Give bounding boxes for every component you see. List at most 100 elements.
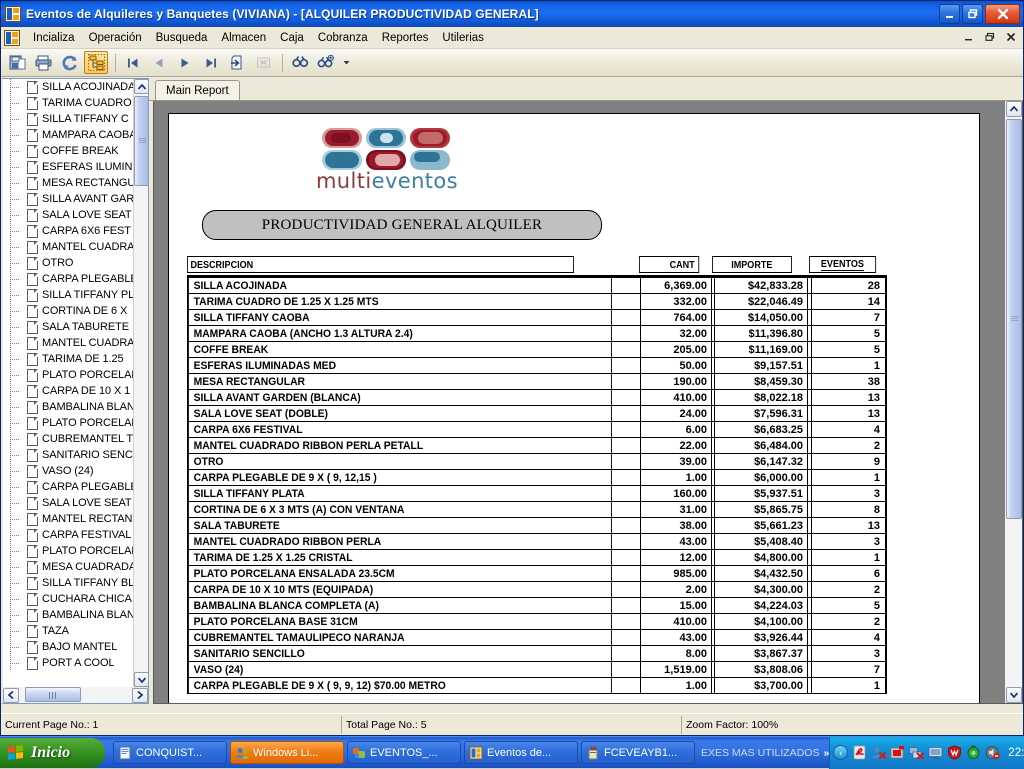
minimize-button[interactable] (939, 4, 960, 24)
tree-item[interactable]: SANITARIO SENC (3, 447, 133, 463)
tree-item[interactable]: TARIMA DE 1.25 (3, 351, 133, 367)
tree-item[interactable]: CARPA FESTIVAL (3, 527, 133, 543)
tree-item[interactable]: MESA CUADRADA (3, 559, 133, 575)
go-to-page-icon[interactable] (225, 51, 249, 74)
report-scroll-thumb[interactable] (1006, 119, 1022, 519)
tree-hscroll-track[interactable] (19, 687, 132, 703)
tree-item[interactable]: SILLA ACOJINADA (3, 79, 133, 95)
print-icon[interactable] (32, 51, 56, 74)
tree-item[interactable]: PLATO PORCELAN (3, 367, 133, 383)
tree-item[interactable]: SALA TABURETE (3, 319, 133, 335)
zoom-dropdown-icon[interactable] (340, 51, 352, 74)
tree-scroll-thumb[interactable] (134, 96, 149, 186)
tree-item[interactable]: PORT A COOL (3, 655, 133, 671)
taskbar-button[interactable]: FCEVEAYB1... (581, 741, 695, 764)
find-icon[interactable] (288, 51, 312, 74)
tree-item[interactable]: SALA LOVE SEAT (3, 495, 133, 511)
previous-page-icon[interactable] (147, 51, 171, 74)
tree-item[interactable]: CORTINA DE 6 X (3, 303, 133, 319)
menu-item-incializa[interactable]: Incializa (26, 30, 82, 46)
zoom-icon[interactable] (314, 51, 338, 74)
tree-item[interactable]: TAZA (3, 623, 133, 639)
mdi-restore-button[interactable] (982, 29, 998, 44)
tree-vertical-scrollbar[interactable] (133, 79, 148, 687)
menu-item-operacion[interactable]: Operación (82, 30, 149, 46)
antivirus-tray-icon[interactable] (947, 745, 962, 760)
tree-item[interactable]: SILLA TIFFANY BL (3, 575, 133, 591)
close-button[interactable] (985, 4, 1020, 24)
next-page-icon[interactable] (173, 51, 197, 74)
mdi-minimize-button[interactable] (961, 29, 977, 44)
tree-item[interactable]: CARPA DE 10 X 1 (3, 383, 133, 399)
restore-button[interactable] (962, 4, 983, 24)
tree-item[interactable]: MANTEL CUADRA (3, 239, 133, 255)
tree-scroll-right-button[interactable] (132, 688, 148, 703)
tray-expand-icon[interactable]: ‹ (833, 745, 848, 760)
tree-item[interactable]: MANTEL RECTAN (3, 511, 133, 527)
report-scroll-up-button[interactable] (1006, 101, 1022, 117)
tree-item[interactable]: MESA RECTANGU (3, 175, 133, 191)
recording-tray-icon[interactable] (890, 745, 905, 760)
tree-item[interactable]: CARPA 6X6 FEST (3, 223, 133, 239)
export-icon[interactable] (6, 51, 30, 74)
tree-connector-icon (5, 495, 27, 511)
first-page-icon[interactable] (121, 51, 145, 74)
tree-horizontal-scrollbar[interactable] (3, 687, 148, 703)
tree-scroll-left-button[interactable] (3, 688, 19, 703)
taskbar-button[interactable]: CONQUIST... (113, 741, 227, 764)
tree-item[interactable]: ESFERAS ILUMIN (3, 159, 133, 175)
wireless-tray-icon[interactable] (966, 745, 981, 760)
acrobat-reader-tray-icon[interactable] (852, 745, 867, 760)
tree-item[interactable]: SILLA AVANT GAR (3, 191, 133, 207)
display-tray-icon[interactable] (928, 745, 943, 760)
report-page-scroll-area[interactable]: multieventos PRODUCTIVIDAD GENERAL ALQUI… (154, 101, 1005, 703)
taskbar-button[interactable]: Windows Li... (230, 741, 344, 764)
tree-item[interactable]: COFFE BREAK (3, 143, 133, 159)
tab-main-report[interactable]: Main Report (155, 80, 240, 100)
tree-item-label: PORT A COOL (42, 657, 114, 669)
last-page-icon[interactable] (199, 51, 223, 74)
menu-item-cobranza[interactable]: Cobranza (311, 30, 375, 46)
start-button[interactable]: Inicio (0, 738, 105, 768)
tree-item-label: CUCHARA CHICA (42, 593, 132, 605)
tree-scroll-down-button[interactable] (134, 672, 149, 687)
report-scroll-down-button[interactable] (1006, 687, 1022, 703)
tree-item[interactable]: CUCHARA CHICA (3, 591, 133, 607)
taskbar-button[interactable]: EVENTOS_... (347, 741, 461, 764)
tree-item[interactable]: CUBREMANTEL T (3, 431, 133, 447)
refresh-icon[interactable] (58, 51, 82, 74)
tree-item[interactable]: BAMBALINA BLAN (3, 607, 133, 623)
tree-item[interactable]: OTRO (3, 255, 133, 271)
toolband-label[interactable]: EXES MAS UTILIZADOS (701, 747, 819, 759)
tree-scroll-up-button[interactable] (134, 79, 149, 94)
network-disconnected-tray-icon[interactable] (909, 745, 924, 760)
menu-item-caja[interactable]: Caja (273, 30, 311, 46)
group-tree-list[interactable]: SILLA ACOJINADATARIMA CUADROSILLA TIFFAN… (3, 79, 133, 687)
tree-item[interactable]: SILLA TIFFANY PL (3, 287, 133, 303)
tree-item[interactable]: PLATO PORCELAN (3, 415, 133, 431)
taskbar-button[interactable]: Eventos de... (464, 741, 578, 764)
tree-item[interactable]: MANTEL CUADRA (3, 335, 133, 351)
mdi-close-button[interactable] (1003, 29, 1019, 44)
tree-item[interactable]: TARIMA CUADRO (3, 95, 133, 111)
volume-muted-tray-icon[interactable] (985, 745, 1000, 760)
tree-item[interactable]: MAMPARA CAOBA (3, 127, 133, 143)
tree-item[interactable]: SILLA TIFFANY C (3, 111, 133, 127)
tree-item[interactable]: SALA LOVE SEAT (3, 207, 133, 223)
menu-item-busqueda[interactable]: Busqueda (149, 30, 215, 46)
tree-item[interactable]: CARPA PLEGABLE (3, 479, 133, 495)
menu-item-utilerias[interactable]: Utilerias (435, 30, 491, 46)
tree-hscroll-thumb[interactable] (25, 687, 81, 702)
taskbar-clock[interactable]: 22:42 (1008, 747, 1024, 759)
menu-item-reportes[interactable]: Reportes (375, 30, 436, 46)
tree-item[interactable]: BAMBALINA BLAN (3, 399, 133, 415)
tree-item[interactable]: PLATO PORCELAN (3, 543, 133, 559)
toggle-group-tree-icon[interactable] (84, 51, 108, 74)
tree-item[interactable]: BAJO MANTEL (3, 639, 133, 655)
menu-item-almacen[interactable]: Almacen (214, 30, 273, 46)
tree-item[interactable]: VASO (24) (3, 463, 133, 479)
report-vertical-scrollbar[interactable] (1005, 101, 1022, 703)
stop-loading-icon[interactable] (251, 51, 275, 74)
user-account-tray-icon[interactable] (871, 745, 886, 760)
tree-item[interactable]: CARPA PLEGABLE (3, 271, 133, 287)
